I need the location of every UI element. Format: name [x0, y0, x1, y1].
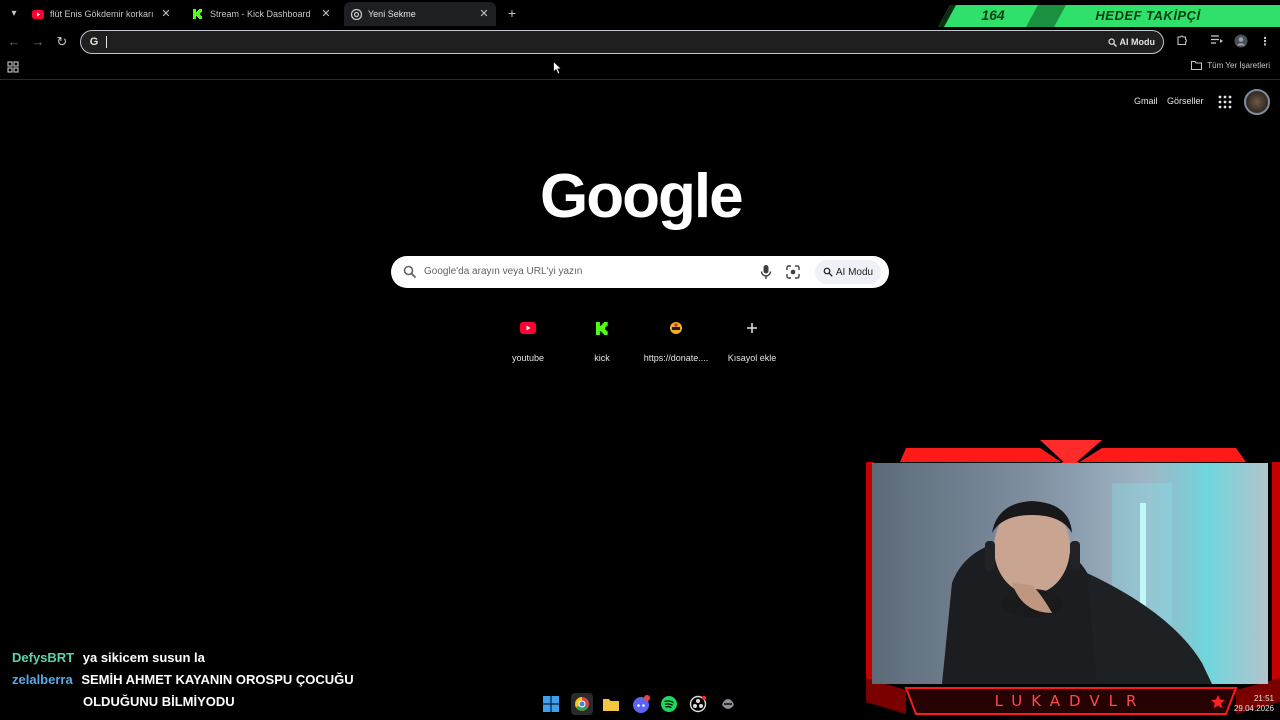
tab-youtube[interactable]: flüt Enis Gökdemir korkarım gi ✕ [26, 2, 178, 26]
ai-mode-button[interactable]: AI Modu [815, 260, 881, 284]
spotify-icon[interactable] [660, 695, 680, 715]
bookmarks-bar: Tüm Yer İşaretleri [0, 56, 1280, 80]
tab-title: flüt Enis Gökdemir korkarım gi [50, 9, 154, 19]
chat-message: zelalberra SEMİH AHMET KAYANIN OROSPU ÇO… [12, 672, 354, 687]
forward-arrow-icon[interactable]: → [30, 34, 46, 50]
shortcut-label: youtube [511, 353, 545, 363]
shortcut-kick[interactable]: kick [564, 310, 640, 370]
webcam-image [942, 483, 1212, 684]
tab-kick-dashboard[interactable]: Stream - Kick Dashboard ✕ [186, 2, 338, 26]
follower-goal-banner: 164 HEDEF TAKİPÇİ [938, 5, 1280, 27]
tab-search-chevron-icon[interactable]: ▾ [6, 6, 22, 22]
clock-time: 21:51 [1253, 694, 1274, 703]
youtube-icon [32, 8, 44, 20]
images-link[interactable]: Görseller [1167, 96, 1204, 106]
search-box[interactable]: Google'da arayın veya URL'yi yazın AI Mo… [391, 256, 889, 288]
chrome-icon [350, 8, 362, 20]
windows-start-icon[interactable] [542, 695, 562, 715]
obs-icon[interactable] [689, 695, 709, 715]
plus-icon [736, 312, 768, 344]
chat-text: ya sikicem susun la [82, 650, 205, 665]
search-placeholder: Google'da arayın veya URL'yi yazın [424, 266, 583, 277]
account-avatar[interactable] [1244, 89, 1270, 115]
game-app-icon[interactable] [719, 695, 739, 715]
shortcut-donate[interactable]: https://donate.... [638, 310, 714, 370]
text-caret [106, 36, 107, 48]
chat-text: SEMİH AHMET KAYANIN OROSPU ÇOCUĞU [81, 672, 354, 687]
microphone-icon[interactable] [759, 264, 773, 280]
chat-text: OLDUĞUNU BİLMİYODU [83, 694, 235, 709]
shortcut-add[interactable]: Kısayol ekle [714, 310, 790, 370]
extensions-puzzle-icon[interactable] [1174, 34, 1190, 50]
folder-icon [1191, 61, 1203, 70]
shortcut-label: kick [594, 353, 610, 363]
close-icon[interactable]: ✕ [320, 8, 332, 20]
streamer-name: LUKADVLR [994, 692, 1146, 710]
reload-icon[interactable]: ↻ [54, 34, 70, 50]
chat-username: DefysBRT [12, 650, 75, 665]
back-arrow-icon[interactable]: ← [6, 34, 22, 50]
ai-mode-label: AI Modu [1119, 37, 1156, 47]
shortcut-label: Kısayol ekle [727, 353, 777, 363]
shortcut-label: https://donate.... [643, 353, 709, 363]
gmail-link[interactable]: Gmail [1134, 96, 1158, 106]
taskbar-clock[interactable]: 21:51 29.04.2026 [1226, 694, 1274, 714]
google-g-icon: G [89, 36, 99, 48]
mouse-cursor-icon [553, 61, 563, 75]
browser-toolbar: ← → ↻ G AI Modu ⋮ [0, 28, 1280, 56]
ai-search-icon [823, 267, 833, 277]
donate-icon [660, 312, 692, 344]
ai-mode-label: AI Modu [835, 266, 874, 278]
close-icon[interactable]: ✕ [160, 8, 172, 20]
kick-icon [586, 312, 618, 344]
tab-title: Yeni Sekme [368, 9, 416, 19]
chat-message: DefysBRT ya sikicem susun la [12, 650, 205, 665]
google-logo: Google [540, 162, 744, 231]
tab-new-tab[interactable]: Yeni Sekme ✕ [344, 2, 496, 26]
clock-date: 29.04.2026 [1233, 704, 1274, 713]
apps-shortcut-icon[interactable] [7, 61, 19, 73]
ai-mode-button[interactable]: AI Modu [1107, 34, 1156, 50]
search-icon [403, 265, 417, 279]
kebab-menu-icon[interactable]: ⋮ [1257, 34, 1273, 50]
youtube-icon [512, 312, 544, 344]
webcam-feed [872, 463, 1268, 684]
ai-search-icon [1107, 37, 1117, 47]
shortcut-youtube[interactable]: youtube [490, 310, 566, 370]
kick-icon [192, 8, 204, 20]
goal-label: HEDEF TAKİPÇİ [1095, 8, 1201, 23]
profile-avatar-icon[interactable] [1233, 34, 1249, 50]
discord-icon[interactable] [631, 695, 651, 715]
file-explorer-icon[interactable] [602, 695, 622, 715]
close-icon[interactable]: ✕ [478, 8, 490, 20]
google-apps-grid-icon[interactable] [1218, 95, 1232, 109]
media-playlist-icon[interactable] [1209, 34, 1225, 50]
chat-username: zelalberra [12, 672, 73, 687]
google-lens-icon[interactable] [785, 264, 801, 280]
new-tab-plus-icon[interactable]: + [504, 5, 520, 21]
chrome-taskbar-icon[interactable] [571, 693, 593, 715]
all-bookmarks-label: Tüm Yer İşaretleri [1207, 61, 1270, 70]
chat-message-continuation: OLDUĞUNU BİLMİYODU [83, 694, 235, 709]
address-bar[interactable]: G AI Modu [80, 30, 1164, 54]
tab-title: Stream - Kick Dashboard [210, 9, 311, 19]
goal-count: 164 [981, 7, 1005, 23]
all-bookmarks-button[interactable]: Tüm Yer İşaretleri [1191, 61, 1270, 70]
